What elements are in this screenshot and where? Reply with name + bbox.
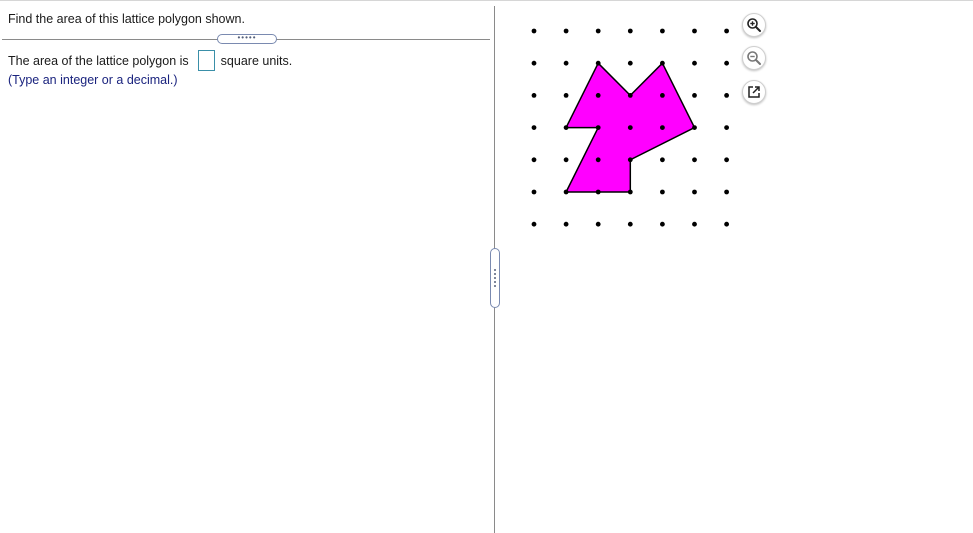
lattice-dot [595, 125, 601, 130]
lattice-dot [595, 93, 601, 98]
lattice-dot [627, 93, 633, 98]
lattice-dot [595, 28, 601, 34]
lattice-dot [692, 221, 697, 227]
popout-button[interactable] [742, 80, 766, 104]
zoom-out-button[interactable] [742, 46, 766, 70]
lattice-dots [531, 28, 729, 227]
lattice-dot [531, 157, 537, 163]
lattice-dot [724, 93, 729, 98]
answer-prefix: The area of the lattice polygon is [8, 53, 189, 68]
vertical-divider-handle[interactable] [490, 248, 500, 308]
lattice-dot [563, 157, 569, 163]
lattice-dot [627, 189, 633, 195]
lattice-dot [692, 28, 697, 34]
lattice-dot [531, 221, 537, 227]
lattice-dot [627, 221, 633, 227]
lattice-dot [724, 125, 729, 130]
lattice-dot [724, 189, 729, 195]
lattice-dot [692, 60, 697, 66]
lattice-dot [563, 125, 569, 130]
lattice-dot [563, 221, 569, 227]
lattice-dot [595, 221, 601, 227]
lattice-dot [724, 157, 729, 163]
question-text: Find the area of this lattice polygon sh… [8, 12, 245, 26]
lattice-dot [627, 60, 633, 66]
top-rule [0, 0, 973, 1]
lattice-dot [724, 221, 729, 227]
lattice-dot [692, 125, 697, 130]
lattice-dot [531, 93, 537, 98]
lattice-dot [531, 189, 537, 195]
lattice-dot [660, 125, 665, 130]
lattice-dot [531, 125, 537, 130]
lattice-dot [595, 157, 601, 163]
lattice-dot [692, 189, 697, 195]
lattice-dot [531, 60, 537, 66]
lattice-dot [724, 60, 729, 66]
lattice-dot [563, 28, 569, 34]
popout-icon [748, 86, 760, 98]
lattice-dot [660, 157, 665, 163]
zoom-in-icon [747, 18, 761, 32]
lattice-dot [627, 157, 633, 163]
answer-hint: (Type an integer or a decimal.) [8, 73, 178, 87]
lattice-dot [724, 28, 729, 34]
lattice-dot [531, 28, 537, 34]
lattice-dot [595, 60, 601, 66]
answer-suffix: square units. [220, 53, 293, 68]
lattice-dot [660, 221, 665, 227]
lattice-dot [692, 157, 697, 163]
lattice-dot [563, 189, 569, 195]
horizontal-divider-handle[interactable]: ••••• [217, 34, 277, 44]
lattice-dot [660, 28, 665, 34]
lattice-figure [531, 28, 729, 227]
lattice-dot [660, 60, 665, 66]
lattice-dot [627, 28, 633, 34]
lattice-dot [660, 93, 665, 98]
lattice-dot [563, 93, 569, 98]
zoom-in-button[interactable] [742, 13, 766, 37]
area-answer-input[interactable] [197, 50, 215, 71]
lattice-dot [692, 93, 697, 98]
lattice-dot [660, 189, 665, 195]
answer-line: The area of the lattice polygon is squar… [8, 50, 292, 71]
lattice-dot [627, 125, 633, 130]
lattice-dot [563, 60, 569, 66]
lattice-dot [595, 189, 601, 195]
zoom-out-icon [747, 51, 761, 65]
